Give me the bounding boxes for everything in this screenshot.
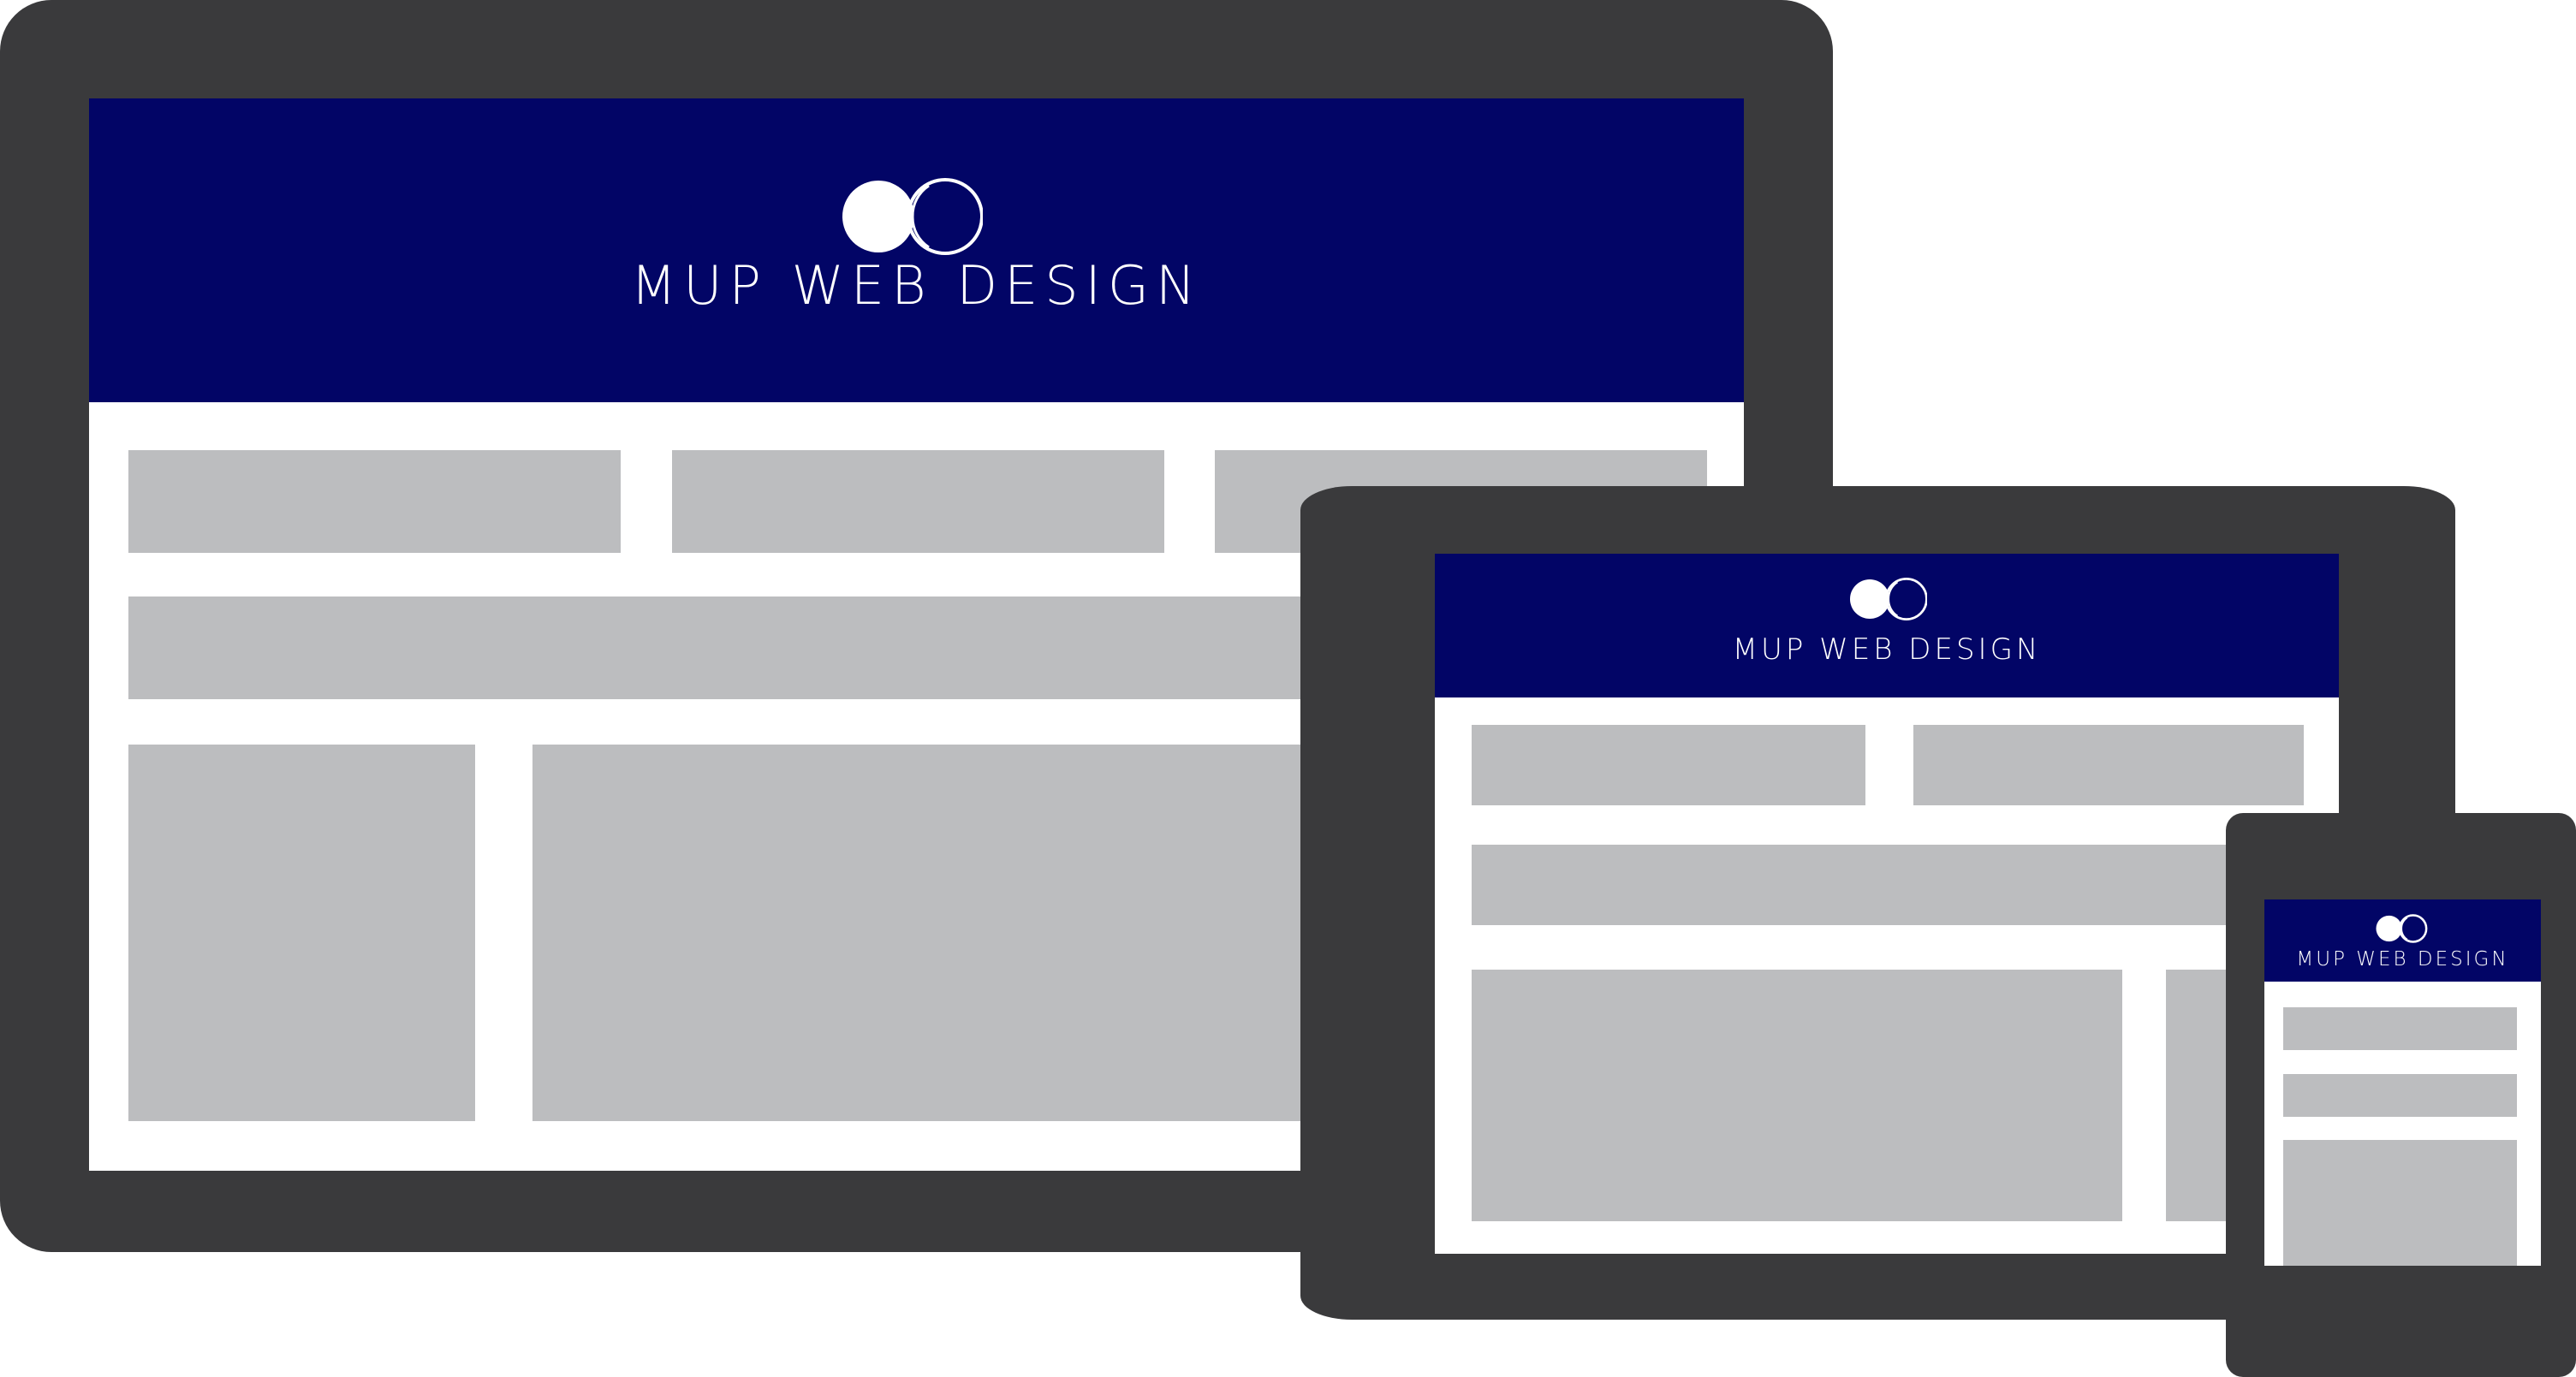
brand-name: MUP WEB DESIGN bbox=[630, 254, 1203, 317]
phone-screen: MUP WEB DESIGN bbox=[2264, 899, 2541, 1266]
interlocking-circles-logo-icon bbox=[1850, 578, 1927, 620]
brand-name: MUP WEB DESIGN bbox=[2296, 948, 2509, 970]
tablet-header: MUP WEB DESIGN bbox=[1435, 554, 2339, 697]
brand-name: MUP WEB DESIGN bbox=[1732, 632, 2042, 667]
interlocking-circles-logo-icon bbox=[842, 178, 983, 255]
placeholder-block bbox=[2283, 1007, 2517, 1050]
desktop-header: MUP WEB DESIGN bbox=[89, 98, 1744, 402]
placeholder-block bbox=[128, 450, 621, 553]
placeholder-block bbox=[1472, 725, 1865, 805]
placeholder-block bbox=[2283, 1140, 2517, 1266]
responsive-devices-illustration: MUP WEB DESIGN MUP WEB DESIGN MUP WEB DE… bbox=[0, 0, 2576, 1377]
interlocking-circles-logo-icon bbox=[2376, 914, 2428, 943]
placeholder-block bbox=[1472, 970, 2122, 1221]
placeholder-block bbox=[1472, 845, 2304, 925]
placeholder-block bbox=[672, 450, 1164, 553]
tablet-screen: MUP WEB DESIGN bbox=[1435, 554, 2339, 1254]
placeholder-block bbox=[1913, 725, 2304, 805]
phone-header: MUP WEB DESIGN bbox=[2264, 899, 2541, 982]
placeholder-block bbox=[2283, 1074, 2517, 1117]
placeholder-block bbox=[128, 745, 475, 1121]
phone: MUP WEB DESIGN bbox=[2226, 813, 2576, 1377]
